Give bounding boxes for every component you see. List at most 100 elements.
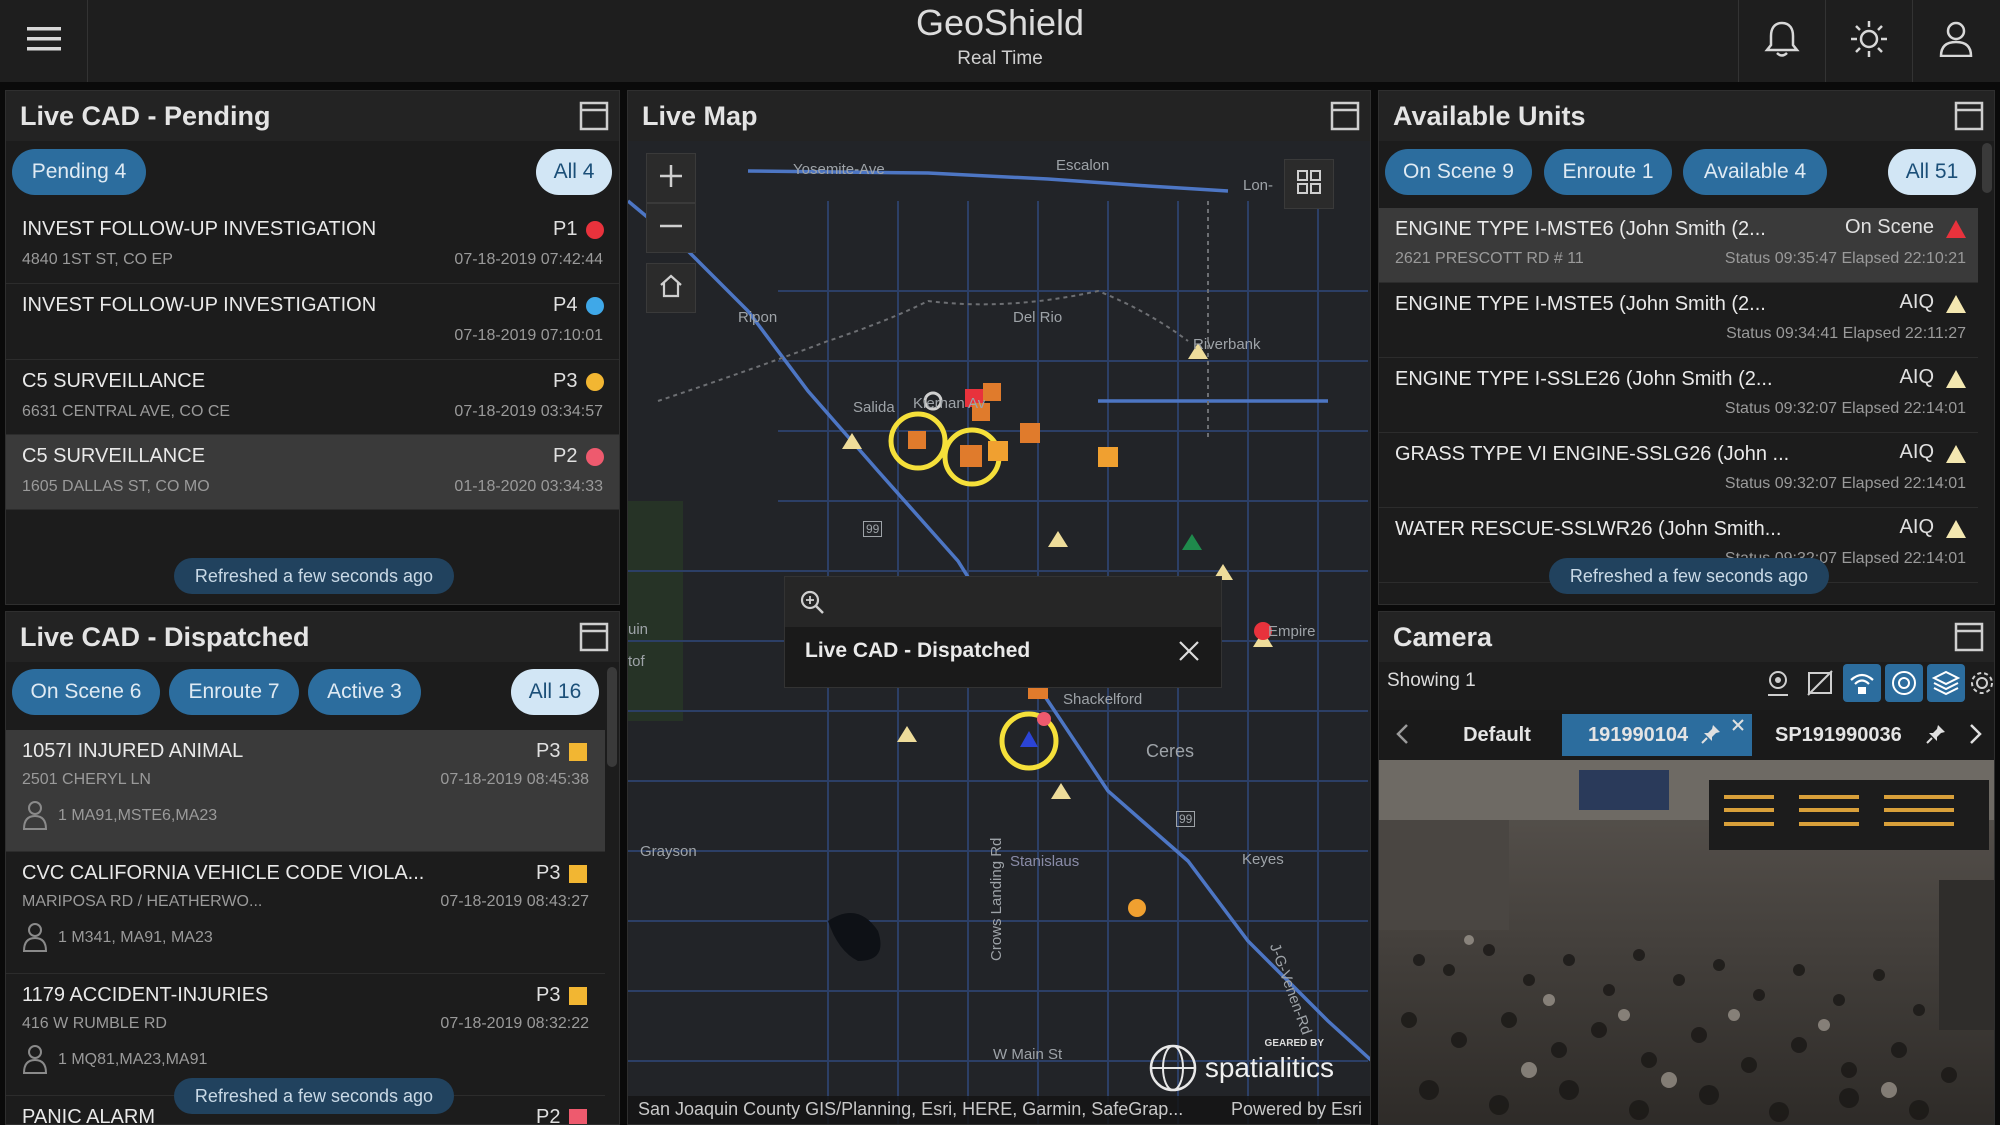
powered-by-esri-link[interactable]: Powered by Esri — [1231, 1099, 1362, 1120]
chevron-right-icon[interactable] — [1965, 722, 1985, 751]
filter-chip-all[interactable]: All 16 — [511, 669, 599, 715]
priority-square — [569, 987, 587, 1005]
priority-dot — [586, 373, 604, 391]
unit-times: Status 09:32:07 Elapsed 22:14:01 — [1724, 400, 1966, 417]
window-maximize-icon[interactable] — [579, 101, 609, 131]
map-label: Empire — [1268, 623, 1316, 640]
zoom-in-button[interactable] — [646, 153, 696, 203]
incident-title: INVEST FOLLOW-UP INVESTIGATION — [22, 218, 377, 240]
responder-icon — [22, 922, 48, 957]
no-location-icon[interactable] — [1801, 664, 1839, 702]
map-attribution: San Joaquin County GIS/Planning, Esri, H… — [628, 1096, 1370, 1124]
priority-label: P3 — [553, 370, 578, 392]
list-item[interactable]: INVEST FOLLOW-UP INVESTIGATION P4 07-18-… — [6, 284, 619, 360]
incident-title: INVEST FOLLOW-UP INVESTIGATION — [22, 294, 377, 316]
panel-header: Live CAD - Dispatched — [6, 612, 619, 662]
priority-label: P3 — [536, 740, 561, 762]
priority-label: P2 — [553, 445, 578, 467]
bell-icon — [1763, 20, 1800, 63]
list-item[interactable]: CVC CALIFORNIA VEHICLE CODE VIOLA... MAR… — [6, 852, 605, 974]
window-maximize-icon[interactable] — [579, 622, 609, 652]
unit-status: AIQ — [1899, 516, 1934, 538]
incident-title: PANIC ALARM — [22, 1106, 155, 1125]
map-popup: Live CAD - Dispatched — [784, 576, 1222, 688]
pending-panel: Live CAD - Pending Pending 4 All 4 INVES… — [5, 90, 620, 605]
filter-chip-pending[interactable]: Pending 4 — [12, 149, 146, 195]
refresh-status: Refreshed a few seconds ago — [1549, 558, 1829, 594]
incident-datetime: 07-18-2019 07:42:44 — [454, 251, 603, 268]
tab-camera-191990104[interactable]: 191990104 — [1562, 714, 1752, 756]
list-item[interactable]: GRASS TYPE VI ENGINE-SSLG26 (John ... AI… — [1379, 433, 1978, 508]
priority-square — [569, 865, 587, 883]
basemap-gallery-button[interactable] — [1284, 159, 1334, 209]
close-icon[interactable] — [1177, 639, 1201, 668]
map-label: Kiernan Av — [913, 395, 986, 412]
scrollbar[interactable] — [1982, 143, 1992, 193]
incident-datetime: 07-18-2019 07:10:01 — [454, 327, 603, 344]
panel-header: Camera — [1379, 612, 1994, 662]
list-item[interactable]: 1057I INJURED ANIMAL 2501 CHERYL LN P3 0… — [6, 730, 605, 852]
map-canvas[interactable]: Yosemite-Ave Escalon Lon- Ripon Del Rio … — [628, 141, 1370, 1124]
scrollbar[interactable] — [607, 667, 617, 767]
map-label: Lon- — [1243, 177, 1274, 194]
panel-title: Available Units — [1393, 101, 1586, 131]
pin-icon[interactable] — [1925, 723, 1947, 751]
chevron-left-icon[interactable] — [1393, 722, 1413, 751]
tab-default[interactable]: Default — [1437, 714, 1557, 756]
zoom-out-button[interactable] — [646, 203, 696, 253]
dispatched-panel: Live CAD - Dispatched On Scene 6 Enroute… — [5, 611, 620, 1125]
window-maximize-icon[interactable] — [1954, 101, 1984, 131]
settings-gear-icon[interactable] — [1969, 664, 1994, 702]
priority-square — [569, 743, 587, 761]
zoom-search-icon — [799, 589, 825, 620]
filter-chip-on-scene[interactable]: On Scene 6 — [12, 669, 160, 715]
unit-name: ENGINE TYPE I-MSTE5 (John Smith (2... — [1395, 293, 1766, 315]
assigned-units: 1 MQ81,MA23,MA91 — [58, 1051, 208, 1068]
filter-chip-enroute[interactable]: Enroute 1 — [1544, 149, 1672, 195]
list-item[interactable]: ENGINE TYPE I-SSLE26 (John Smith (2... A… — [1379, 358, 1978, 433]
location-pin-icon[interactable] — [1759, 664, 1797, 702]
panel-title: Live CAD - Pending — [20, 101, 271, 131]
user-button[interactable] — [1912, 0, 1998, 82]
priority-label: P3 — [536, 862, 561, 884]
assigned-units: 1 MA91,MSTE6,MA23 — [58, 807, 218, 824]
camera-feed[interactable] — [1379, 760, 1994, 1124]
pin-icon[interactable] — [1700, 723, 1722, 751]
home-icon — [658, 273, 684, 304]
filter-chip-enroute[interactable]: Enroute 7 — [169, 669, 299, 715]
list-item[interactable]: INVEST FOLLOW-UP INVESTIGATION 4840 1ST … — [6, 208, 619, 284]
close-icon[interactable] — [1730, 716, 1746, 739]
filter-chip-available[interactable]: Available 4 — [1683, 149, 1827, 195]
panel-title: Live Map — [642, 101, 758, 131]
status-triangle — [1946, 370, 1966, 388]
window-maximize-icon[interactable] — [1954, 622, 1984, 652]
window-maximize-icon[interactable] — [1330, 101, 1360, 131]
grid-icon — [1296, 169, 1322, 200]
list-item[interactable]: C5 SURVEILLANCE 1605 DALLAS ST, CO MO P2… — [6, 435, 619, 510]
filter-chip-all[interactable]: All 4 — [536, 149, 612, 195]
map-label: W Main St — [993, 1046, 1063, 1063]
list-item[interactable]: C5 SURVEILLANCE 6631 CENTRAL AVE, CO CE … — [6, 360, 619, 435]
unit-times: Status 09:34:41 Elapsed 22:11:27 — [1726, 325, 1966, 342]
target-icon[interactable] — [1885, 664, 1923, 702]
filter-chip-on-scene[interactable]: On Scene 9 — [1385, 149, 1532, 195]
filter-chip-all[interactable]: All 51 — [1888, 149, 1976, 195]
filter-chip-active[interactable]: Active 3 — [308, 669, 421, 715]
notifications-button[interactable] — [1738, 0, 1824, 82]
list-item[interactable]: ENGINE TYPE I-MSTE6 (John Smith (2... 26… — [1379, 208, 1978, 283]
list-item[interactable]: ENGINE TYPE I-MSTE5 (John Smith (2... AI… — [1379, 283, 1978, 358]
signal-icon[interactable] — [1843, 664, 1881, 702]
map-label: Keyes — [1242, 851, 1284, 868]
popup-zoom-button[interactable] — [785, 577, 1221, 627]
home-button[interactable] — [646, 263, 696, 313]
layers-icon[interactable] — [1927, 664, 1965, 702]
attribution-text: San Joaquin County GIS/Planning, Esri, H… — [638, 1099, 1184, 1119]
unit-address: 2621 PRESCOTT RD # 11 — [1395, 250, 1584, 267]
priority-dot — [586, 448, 604, 466]
theme-button[interactable] — [1825, 0, 1911, 82]
tab-camera-sp191990036[interactable]: SP191990036 — [1759, 714, 1959, 756]
plus-icon — [658, 163, 684, 194]
incident-datetime: 07-18-2019 08:43:27 — [440, 893, 589, 910]
unit-name: ENGINE TYPE I-MSTE6 (John Smith (2... — [1395, 218, 1766, 240]
panel-header: Live CAD - Pending — [6, 91, 619, 141]
